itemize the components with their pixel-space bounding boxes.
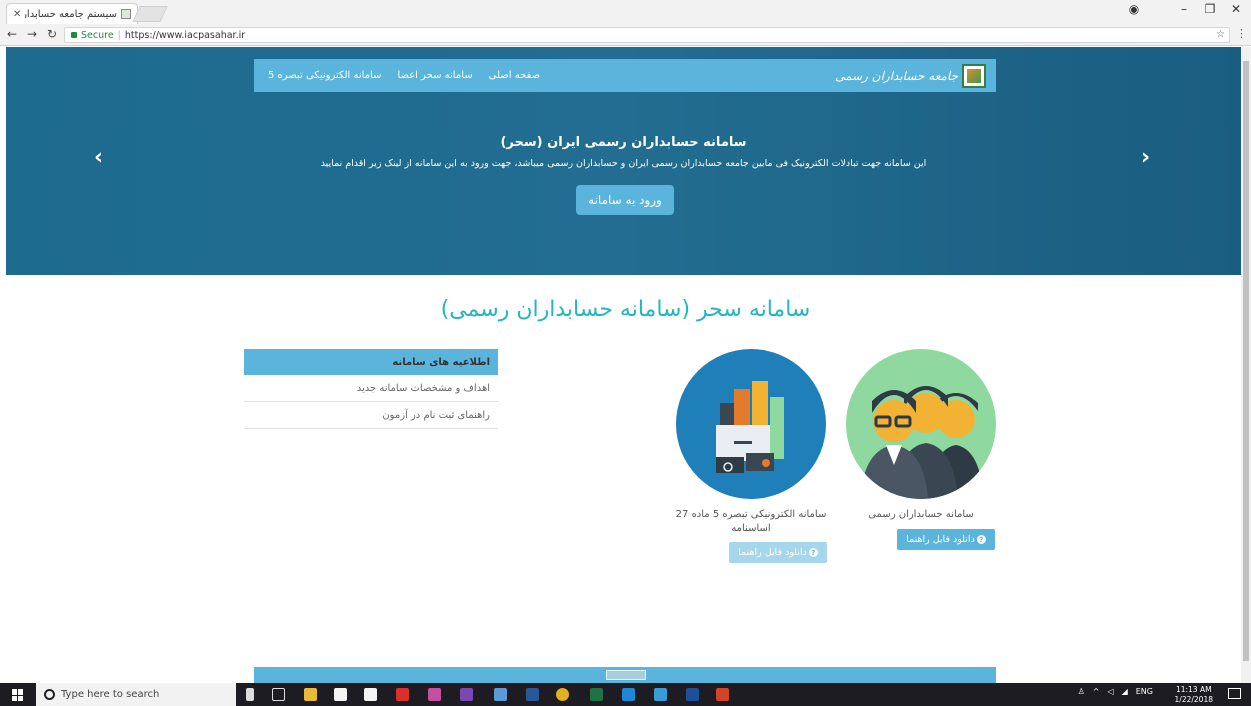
hero-banner: صفحه اصلی سامانه سحر اعضا سامانه الکترون… [6, 47, 1241, 275]
secure-label: Secure [81, 29, 114, 41]
download-guide-button[interactable]: ? دانلود فایل راهنما [897, 529, 995, 550]
folders-icon [716, 381, 784, 473]
question-icon: ? [976, 535, 986, 544]
edge-icon[interactable] [622, 688, 635, 701]
people-tray-icon[interactable]: ♙ [1078, 687, 1085, 696]
clock-date: 1/22/2018 [1174, 695, 1213, 704]
new-tab-button[interactable] [132, 6, 168, 22]
card-caption: سامانه الکترونیکی تبصره 5 ماده 27 اساسنا… [675, 509, 827, 534]
top-navigation: صفحه اصلی سامانه سحر اعضا سامانه الکترون… [254, 59, 996, 92]
download-guide-label: دانلود فایل راهنما [906, 534, 975, 545]
store-icon[interactable] [334, 688, 347, 701]
page-scrollbar[interactable] [1241, 47, 1251, 683]
address-bar[interactable]: Secure | https://www.iacpasahar.ir ☆ [64, 27, 1230, 43]
nav-link-members[interactable]: سامانه سحر اعضا [397, 70, 472, 81]
nav-link-tabsare5[interactable]: سامانه الکترونیکی تبصره 5 [268, 70, 381, 81]
lock-icon [71, 32, 77, 38]
download-guide-label: دانلود فایل راهنما [738, 547, 807, 558]
files-illustration[interactable] [676, 349, 826, 499]
language-indicator[interactable]: ENG [1136, 687, 1153, 696]
site-logo[interactable]: جامعه حسابداران رسمی [835, 63, 986, 88]
forward-icon[interactable]: → [24, 27, 40, 41]
windows-taskbar: Type here to search ♙ ^ ◁ ◢ ENG 11:13 AM… [0, 683, 1251, 706]
word-icon[interactable] [526, 688, 539, 701]
excel-icon[interactable] [590, 688, 603, 701]
nav-link-home[interactable]: صفحه اصلی [489, 70, 540, 81]
search-placeholder: Type here to search [61, 689, 160, 700]
close-window-button[interactable]: ✕ [1224, 2, 1248, 16]
footer-band [254, 667, 996, 683]
login-button[interactable]: ورود به سامانه [576, 185, 674, 215]
browser-menu-icon[interactable]: ⋮ [1236, 27, 1247, 40]
browser-tab[interactable]: سیستم جامعه حسابداران ... ✕ [6, 3, 138, 24]
browser-toolbar: ← → ↻ Secure | https://www.iacpasahar.ir… [0, 24, 1251, 46]
volume-icon[interactable]: ◁ [1107, 687, 1113, 696]
visual-studio-icon[interactable] [460, 688, 473, 701]
close-tab-icon[interactable]: ✕ [13, 9, 21, 20]
question-icon: ? [808, 548, 818, 557]
footer-logo [606, 670, 646, 680]
windows-start-icon[interactable] [12, 689, 24, 701]
download-guide-button[interactable]: ? دانلود فایل راهنما [729, 542, 827, 563]
visio-icon[interactable] [686, 688, 699, 701]
file-explorer-icon[interactable] [304, 688, 317, 701]
logo-text: جامعه حسابداران رسمی [835, 68, 958, 83]
taskbar-search[interactable]: Type here to search [36, 683, 236, 706]
profile-icon[interactable]: ◉ [1122, 2, 1146, 16]
chrome-icon[interactable] [556, 688, 569, 701]
accountants-illustration[interactable] [846, 349, 996, 499]
hero-subtitle: این سامانه جهت تبادلات الکترونیک فی مابی… [320, 158, 927, 169]
show-hidden-icon[interactable]: ^ [1093, 687, 1100, 696]
announcements-panel: اطلاعیه های سامانه اهداف و مشخصات سامانه… [244, 349, 498, 429]
announcement-item[interactable]: راهنمای ثبت نام در آزمون [244, 402, 498, 429]
announcement-item[interactable]: اهداف و مشخصات سامانه جدید [244, 375, 498, 402]
logo-emblem-icon [962, 63, 986, 88]
clock-time: 11:13 AM [1175, 685, 1212, 694]
bookmark-star-icon[interactable]: ☆ [1216, 29, 1225, 40]
mail-icon[interactable] [364, 688, 377, 701]
nav-links: صفحه اصلی سامانه سحر اعضا سامانه الکترون… [268, 59, 540, 92]
card-caption: سامانه حسابداران رسمی [868, 509, 974, 520]
back-icon[interactable]: ← [4, 27, 20, 41]
powerpoint-icon[interactable] [716, 688, 729, 701]
browser-tabbar: سیستم جامعه حسابداران ... ✕ ◉ – ❐ ✕ [0, 0, 1251, 24]
page-title: سامانه سحر (سامانه حسابداران رسمی) [440, 297, 811, 322]
url-text: https://www.iacpasahar.ir [124, 29, 246, 41]
microphone-icon[interactable] [246, 688, 254, 701]
taskbar-clock[interactable]: 11:13 AM 1/22/2018 [1175, 685, 1213, 705]
reload-icon[interactable]: ↻ [44, 27, 60, 41]
task-view-icon[interactable] [272, 688, 285, 701]
acrobat-icon[interactable] [396, 688, 409, 701]
hero-title: سامانه حسابداران رسمی ایران (سحر) [500, 135, 747, 150]
favicon-icon [121, 9, 131, 19]
minimize-button[interactable]: – [1172, 2, 1196, 16]
network-app-icon[interactable] [428, 688, 441, 701]
address-separator: | [117, 29, 121, 41]
announcements-header: اطلاعیه های سامانه [244, 349, 498, 375]
people-icon [860, 386, 984, 499]
network-icon[interactable]: ◢ [1122, 687, 1128, 696]
tab-title: سیستم جامعه حسابداران ... [25, 8, 117, 20]
action-center-icon[interactable] [1228, 688, 1241, 699]
restore-button[interactable]: ❐ [1198, 2, 1222, 16]
remote-desktop-icon[interactable] [654, 688, 667, 701]
system-tray: ♙ ^ ◁ ◢ ENG [1078, 687, 1153, 696]
cortana-icon [44, 689, 55, 700]
app-icon[interactable] [494, 688, 507, 701]
scroll-thumb[interactable] [1243, 61, 1249, 661]
